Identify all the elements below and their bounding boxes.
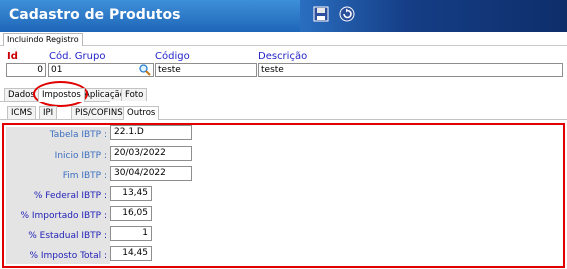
codigo-label: Código (155, 51, 190, 62)
id-field[interactable]: 0 (6, 63, 46, 77)
importado-ibtp-label: % Importado IBTP : (20, 211, 107, 221)
id-label: Id (7, 51, 18, 62)
descricao-label: Descrição (258, 51, 308, 62)
window-title: Cadastro de Produtos (9, 7, 181, 23)
estadual-ibtp-field[interactable]: 1 (110, 226, 152, 241)
imposto-total-label: % Imposto Total : (29, 251, 107, 261)
tab-impostos[interactable]: Impostos (38, 88, 85, 102)
tabela-ibtp-field[interactable]: 22.1.D (110, 125, 192, 140)
title-bar: Cadastro de Produtos (0, 0, 567, 32)
fim-ibtp-field[interactable]: 30/04/2022 (110, 166, 192, 181)
fim-ibtp-label: Fim IBTP : (62, 171, 107, 181)
tab-incluindo-registro[interactable]: Incluindo Registro (3, 33, 83, 46)
descricao-field[interactable]: teste (258, 63, 563, 77)
inicio-ibtp-label: Inicio IBTP : (54, 151, 107, 161)
federal-ibtp-label: % Federal IBTP : (33, 191, 107, 201)
back-icon[interactable] (339, 6, 355, 22)
tab-foto[interactable]: Foto (121, 88, 148, 101)
codigo-field[interactable]: teste (155, 63, 257, 77)
tab-outros[interactable]: Outros (123, 106, 160, 120)
inicio-ibtp-field[interactable]: 20/03/2022 (110, 146, 192, 161)
grupo-label: Cód. Grupo (49, 51, 106, 62)
tabela-ibtp-label: Tabela IBTP : (49, 130, 107, 140)
tab-pis-cofins[interactable]: PIS/COFINS (71, 106, 127, 119)
search-lookup-icon[interactable] (138, 63, 152, 77)
tab-icms[interactable]: ICMS (7, 106, 37, 119)
save-icon[interactable] (313, 6, 329, 22)
federal-ibtp-field[interactable]: 13,45 (110, 186, 152, 201)
mode-tab-strip: Incluindo Registro (0, 32, 567, 46)
importado-ibtp-field[interactable]: 16,05 (110, 206, 152, 221)
imposto-total-field[interactable]: 14,45 (110, 246, 152, 261)
estadual-ibtp-label: % Estadual IBTP : (28, 231, 107, 241)
tab-ipi[interactable]: IPI (39, 106, 58, 119)
subtabs-divider (0, 119, 567, 120)
